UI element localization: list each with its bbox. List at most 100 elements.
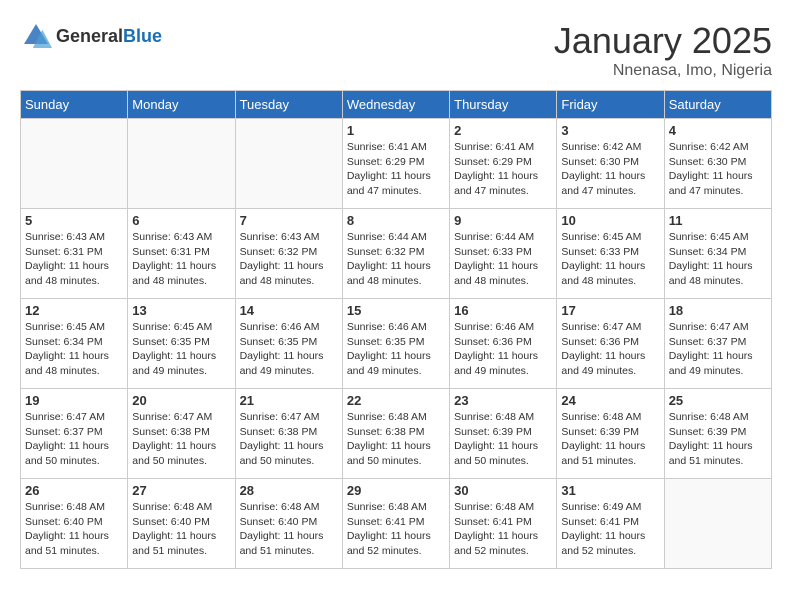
- day-of-week-header: Thursday: [450, 91, 557, 119]
- calendar-day-cell: 28Sunrise: 6:48 AMSunset: 6:40 PMDayligh…: [235, 479, 342, 569]
- day-info: Sunrise: 6:47 AMSunset: 6:36 PMDaylight:…: [561, 320, 659, 379]
- calendar-day-cell: 20Sunrise: 6:47 AMSunset: 6:38 PMDayligh…: [128, 389, 235, 479]
- calendar-day-cell: 12Sunrise: 6:45 AMSunset: 6:34 PMDayligh…: [21, 299, 128, 389]
- day-info: Sunrise: 6:42 AMSunset: 6:30 PMDaylight:…: [561, 140, 659, 199]
- day-number: 31: [561, 483, 659, 498]
- day-info: Sunrise: 6:44 AMSunset: 6:32 PMDaylight:…: [347, 230, 445, 289]
- day-number: 4: [669, 123, 767, 138]
- calendar-day-cell: 30 Sunrise: 6:48 AMSunset: 6:41 PMDayligh…: [450, 479, 557, 569]
- day-info: Sunrise: 6:43 AMSunset: 6:31 PMDaylight:…: [25, 230, 123, 289]
- day-info: Sunrise: 6:42 AMSunset: 6:30 PMDaylight:…: [669, 140, 767, 199]
- day-number: 14: [240, 303, 338, 318]
- day-number: 11: [669, 213, 767, 228]
- calendar-day-cell: 14 Sunrise: 6:46 AMSunset: 6:35 PMDayligh…: [235, 299, 342, 389]
- day-of-week-header: Monday: [128, 91, 235, 119]
- logo-blue: Blue: [123, 26, 162, 46]
- calendar-day-cell: 5 Sunrise: 6:43 AMSunset: 6:31 PMDaylight…: [21, 209, 128, 299]
- day-info: Sunrise: 6:44 AMSunset: 6:33 PMDaylight:…: [454, 230, 552, 289]
- calendar-week-row: 19 Sunrise: 6:47 AMSunset: 6:37 PMDayligh…: [21, 389, 772, 479]
- day-number: 26: [25, 483, 123, 498]
- day-number: 30: [454, 483, 552, 498]
- day-info: Sunrise: 6:45 AMSunset: 6:33 PMDaylight:…: [561, 230, 659, 289]
- day-number: 23: [454, 393, 552, 408]
- day-number: 28: [240, 483, 338, 498]
- calendar-day-cell: [664, 479, 771, 569]
- day-number: 22: [347, 393, 445, 408]
- calendar-day-cell: 8 Sunrise: 6:44 AMSunset: 6:32 PMDaylight…: [342, 209, 449, 299]
- day-number: 8: [347, 213, 445, 228]
- calendar-day-cell: 27 Sunrise: 6:48 AMSunset: 6:40 PMDayligh…: [128, 479, 235, 569]
- calendar-day-cell: 11Sunrise: 6:45 AMSunset: 6:34 PMDayligh…: [664, 209, 771, 299]
- calendar-header-row: SundayMondayTuesdayWednesdayThursdayFrid…: [21, 91, 772, 119]
- day-number: 5: [25, 213, 123, 228]
- day-of-week-header: Sunday: [21, 91, 128, 119]
- month-title: January 2025: [554, 20, 772, 62]
- day-number: 13: [132, 303, 230, 318]
- logo: GeneralBlue: [20, 20, 162, 52]
- logo-icon: [20, 20, 52, 52]
- calendar-day-cell: 18 Sunrise: 6:47 AMSunset: 6:37 PMDayligh…: [664, 299, 771, 389]
- day-number: 6: [132, 213, 230, 228]
- calendar-day-cell: 7 Sunrise: 6:43 AMSunset: 6:32 PMDaylight…: [235, 209, 342, 299]
- day-info: Sunrise: 6:43 AMSunset: 6:31 PMDaylight:…: [132, 230, 230, 289]
- day-number: 25: [669, 393, 767, 408]
- page-header: GeneralBlue January 2025 Nnenasa, Imo, N…: [20, 20, 772, 80]
- calendar-day-cell: 25Sunrise: 6:48 AMSunset: 6:39 PMDayligh…: [664, 389, 771, 479]
- calendar-day-cell: [235, 119, 342, 209]
- day-info: Sunrise: 6:48 AMSunset: 6:41 PMDaylight:…: [454, 500, 552, 559]
- day-info: Sunrise: 6:48 AMSunset: 6:40 PMDaylight:…: [132, 500, 230, 559]
- day-number: 19: [25, 393, 123, 408]
- calendar-day-cell: 9 Sunrise: 6:44 AMSunset: 6:33 PMDaylight…: [450, 209, 557, 299]
- day-number: 7: [240, 213, 338, 228]
- day-number: 27: [132, 483, 230, 498]
- day-number: 10: [561, 213, 659, 228]
- day-number: 16: [454, 303, 552, 318]
- day-info: Sunrise: 6:47 AMSunset: 6:37 PMDaylight:…: [25, 410, 123, 469]
- calendar-day-cell: 4 Sunrise: 6:42 AMSunset: 6:30 PMDaylight…: [664, 119, 771, 209]
- day-number: 29: [347, 483, 445, 498]
- calendar-day-cell: 15Sunrise: 6:46 AMSunset: 6:35 PMDayligh…: [342, 299, 449, 389]
- day-number: 24: [561, 393, 659, 408]
- calendar-day-cell: [128, 119, 235, 209]
- calendar-day-cell: 16 Sunrise: 6:46 AMSunset: 6:36 PMDayligh…: [450, 299, 557, 389]
- day-number: 18: [669, 303, 767, 318]
- day-number: 20: [132, 393, 230, 408]
- day-info: Sunrise: 6:43 AMSunset: 6:32 PMDaylight:…: [240, 230, 338, 289]
- calendar-week-row: 26 Sunrise: 6:48 AMSunset: 6:40 PMDayligh…: [21, 479, 772, 569]
- calendar-day-cell: 24 Sunrise: 6:48 AMSunset: 6:39 PMDayligh…: [557, 389, 664, 479]
- day-number: 3: [561, 123, 659, 138]
- day-number: 17: [561, 303, 659, 318]
- day-info: Sunrise: 6:41 AMSunset: 6:29 PMDaylight:…: [347, 140, 445, 199]
- calendar-week-row: 1 Sunrise: 6:41 AMSunset: 6:29 PMDaylight…: [21, 119, 772, 209]
- day-info: Sunrise: 6:41 AMSunset: 6:29 PMDaylight:…: [454, 140, 552, 199]
- day-of-week-header: Friday: [557, 91, 664, 119]
- day-info: Sunrise: 6:48 AMSunset: 6:41 PMDaylight:…: [347, 500, 445, 559]
- day-info: Sunrise: 6:47 AMSunset: 6:38 PMDaylight:…: [240, 410, 338, 469]
- calendar-day-cell: 26 Sunrise: 6:48 AMSunset: 6:40 PMDayligh…: [21, 479, 128, 569]
- day-number: 1: [347, 123, 445, 138]
- day-of-week-header: Saturday: [664, 91, 771, 119]
- day-info: Sunrise: 6:46 AMSunset: 6:35 PMDaylight:…: [240, 320, 338, 379]
- day-info: Sunrise: 6:48 AMSunset: 6:40 PMDaylight:…: [25, 500, 123, 559]
- day-number: 9: [454, 213, 552, 228]
- day-info: Sunrise: 6:46 AMSunset: 6:36 PMDaylight:…: [454, 320, 552, 379]
- calendar-day-cell: 1 Sunrise: 6:41 AMSunset: 6:29 PMDaylight…: [342, 119, 449, 209]
- day-number: 2: [454, 123, 552, 138]
- day-number: 21: [240, 393, 338, 408]
- day-info: Sunrise: 6:48 AMSunset: 6:39 PMDaylight:…: [454, 410, 552, 469]
- calendar-day-cell: 29 Sunrise: 6:48 AMSunset: 6:41 PMDayligh…: [342, 479, 449, 569]
- day-info: Sunrise: 6:49 AMSunset: 6:41 PMDaylight:…: [561, 500, 659, 559]
- calendar-day-cell: 21 Sunrise: 6:47 AMSunset: 6:38 PMDayligh…: [235, 389, 342, 479]
- calendar-day-cell: 2 Sunrise: 6:41 AMSunset: 6:29 PMDaylight…: [450, 119, 557, 209]
- calendar-day-cell: 22 Sunrise: 6:48 AMSunset: 6:38 PMDayligh…: [342, 389, 449, 479]
- day-of-week-header: Wednesday: [342, 91, 449, 119]
- calendar-day-cell: 19 Sunrise: 6:47 AMSunset: 6:37 PMDayligh…: [21, 389, 128, 479]
- day-info: Sunrise: 6:48 AMSunset: 6:39 PMDaylight:…: [561, 410, 659, 469]
- location-title: Nnenasa, Imo, Nigeria: [554, 62, 772, 80]
- calendar-day-cell: 23 Sunrise: 6:48 AMSunset: 6:39 PMDayligh…: [450, 389, 557, 479]
- day-number: 15: [347, 303, 445, 318]
- day-number: 12: [25, 303, 123, 318]
- calendar-day-cell: 13Sunrise: 6:45 AMSunset: 6:35 PMDayligh…: [128, 299, 235, 389]
- day-info: Sunrise: 6:47 AMSunset: 6:37 PMDaylight:…: [669, 320, 767, 379]
- day-info: Sunrise: 6:48 AMSunset: 6:38 PMDaylight:…: [347, 410, 445, 469]
